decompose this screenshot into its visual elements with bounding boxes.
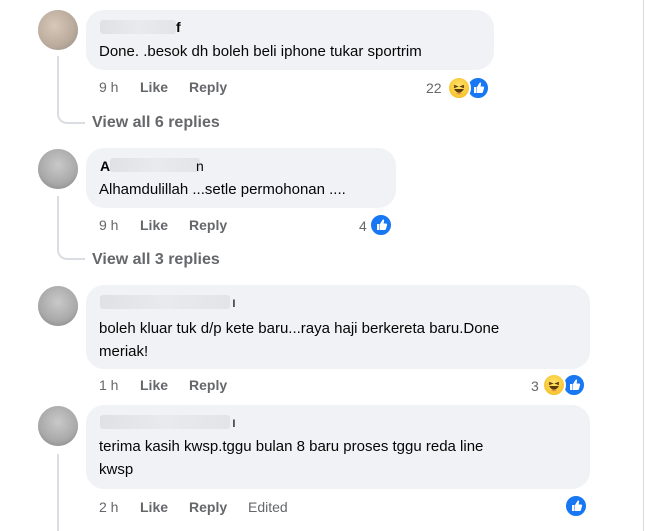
commenter-name-fragment: f xyxy=(176,19,181,35)
comment-text-line-2: kwsp xyxy=(99,461,134,478)
like-icon[interactable] xyxy=(369,213,393,237)
thread-line xyxy=(57,196,59,236)
commenter-name-fragment-start: A xyxy=(100,158,111,174)
commenter-avatar[interactable] xyxy=(38,286,78,326)
thread-line xyxy=(57,454,59,531)
like-button[interactable]: Like xyxy=(140,217,168,233)
commenter-name-redacted[interactable] xyxy=(100,20,176,34)
like-button[interactable]: Like xyxy=(140,377,168,393)
comment-text: Alhamdulillah ...setle permohonan .... xyxy=(99,181,346,198)
comment-bubble: f Done. .besok dh boleh beli iphone tuka… xyxy=(86,10,494,70)
reaction-count[interactable]: 3 xyxy=(531,378,539,394)
comment-text-line-1: boleh kluar tuk d/p kete baru...raya haj… xyxy=(99,320,500,337)
commenter-avatar[interactable] xyxy=(38,10,78,50)
like-button[interactable]: Like xyxy=(140,79,168,95)
thread-line xyxy=(57,56,59,100)
view-replies-link[interactable]: View all 3 replies xyxy=(92,251,220,269)
view-replies-link[interactable]: View all 6 replies xyxy=(92,114,220,132)
commenter-name-redacted[interactable] xyxy=(110,158,200,172)
reaction-count[interactable]: 22 xyxy=(426,80,442,96)
commenter-avatar[interactable] xyxy=(38,406,78,446)
comment-timestamp[interactable]: 9 h xyxy=(99,217,118,233)
thread-connector xyxy=(57,98,85,124)
comment-text: Done. .besok dh boleh beli iphone tukar … xyxy=(99,43,422,60)
comment-timestamp[interactable]: 9 h xyxy=(99,79,118,95)
commenter-name-redacted[interactable] xyxy=(100,295,230,309)
commenter-name-fragment: ı xyxy=(232,294,236,310)
reply-button[interactable]: Reply xyxy=(189,217,227,233)
comment-bubble: A n Alhamdulillah ...setle permohonan ..… xyxy=(86,148,396,208)
comment-timestamp[interactable]: 1 h xyxy=(99,377,118,393)
like-button[interactable]: Like xyxy=(140,499,168,515)
comment-bubble: ı boleh kluar tuk d/p kete baru...raya h… xyxy=(86,285,590,369)
commenter-name-fragment-end: n xyxy=(196,158,204,174)
like-icon[interactable] xyxy=(564,494,588,518)
commenter-avatar[interactable] xyxy=(38,149,78,189)
comment-text-line-2: meriak! xyxy=(99,343,149,360)
comment-text-line-1: terima kasih kwsp.tggu bulan 8 baru pros… xyxy=(99,438,484,455)
content-divider xyxy=(643,0,644,531)
haha-icon[interactable] xyxy=(542,373,566,397)
comment-timestamp[interactable]: 2 h xyxy=(99,499,118,515)
thread-connector xyxy=(57,234,85,260)
commenter-name-fragment: ı xyxy=(232,414,236,430)
reaction-count[interactable]: 4 xyxy=(359,218,367,234)
edited-label: Edited xyxy=(248,499,288,515)
commenter-name-redacted[interactable] xyxy=(100,415,230,429)
reply-button[interactable]: Reply xyxy=(189,79,227,95)
haha-icon[interactable] xyxy=(447,76,471,100)
comment-bubble: ı terima kasih kwsp.tggu bulan 8 baru pr… xyxy=(86,405,590,489)
reply-button[interactable]: Reply xyxy=(189,499,227,515)
reply-button[interactable]: Reply xyxy=(189,377,227,393)
